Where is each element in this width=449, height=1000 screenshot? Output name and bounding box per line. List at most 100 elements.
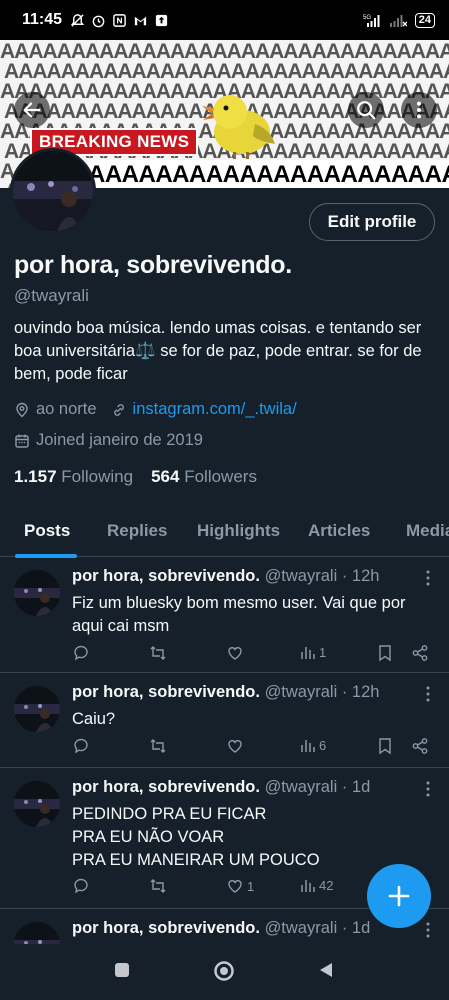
- more-vertical-icon[interactable]: [425, 922, 431, 938]
- muted-bell-icon: [70, 13, 85, 27]
- tweet-meta: @twayrali · 1d: [264, 919, 371, 937]
- tweet-text-line: PRA EU NÃO VOAR: [72, 828, 225, 846]
- heart-icon: [228, 647, 242, 660]
- search-button[interactable]: [348, 92, 384, 128]
- gmail-icon: [134, 16, 147, 25]
- svg-text:5G: 5G: [363, 15, 371, 21]
- like-count: 1: [247, 878, 255, 894]
- tweet-avatar[interactable]: [14, 686, 60, 732]
- more-vertical-icon: [416, 101, 422, 119]
- upload-icon: [155, 14, 168, 26]
- profile-display-name: por hora, sobrevivendo.: [14, 251, 292, 279]
- tab-replies[interactable]: Replies: [107, 521, 167, 541]
- like-button[interactable]: [226, 737, 247, 755]
- more-vertical-icon[interactable]: [425, 781, 431, 797]
- views-button[interactable]: 1: [300, 644, 326, 660]
- followers-link[interactable]: 564 Followers: [151, 467, 257, 487]
- reply-icon: [74, 645, 88, 661]
- follow-stats: 1.157 Following 564 Followers: [14, 467, 257, 487]
- profile-location: ao norte: [36, 400, 97, 418]
- views-button[interactable]: 6: [300, 737, 326, 753]
- location-pin-icon: [16, 402, 28, 417]
- following-label: Following: [61, 467, 134, 486]
- more-options-button[interactable]: [401, 92, 437, 128]
- tweet-author-name[interactable]: por hora, sobrevivendo.: [72, 778, 260, 796]
- tweet-meta: @twayrali · 12h: [264, 683, 380, 701]
- tweet-text-line: PEDINDO PRA EU FICAR: [72, 805, 267, 823]
- following-link[interactable]: 1.157 Following: [14, 467, 133, 487]
- bookmark-icon: [379, 738, 391, 755]
- signal-icon: [389, 15, 407, 27]
- tweet-header: por hora, sobrevivendo. @twayrali · 12h: [72, 683, 379, 702]
- tweet-author-name[interactable]: por hora, sobrevivendo.: [72, 919, 260, 937]
- followers-label: Followers: [184, 467, 257, 486]
- like-button[interactable]: [226, 644, 247, 662]
- tweet-avatar[interactable]: [14, 781, 60, 827]
- reply-icon: [74, 878, 88, 894]
- retweet-button[interactable]: [149, 737, 167, 755]
- tweet-actions: 6: [72, 737, 431, 759]
- tab-highlights[interactable]: Highlights: [197, 521, 280, 541]
- bookmark-button[interactable]: [377, 644, 393, 662]
- status-time: 11:45: [22, 11, 63, 28]
- profile-tabs: Posts Replies Highlights Articles Media: [0, 505, 449, 558]
- avatar-photo: [13, 151, 93, 231]
- followers-count: 564: [151, 467, 180, 486]
- tweet[interactable]: por hora, sobrevivendo. @twayrali · 12h …: [0, 674, 449, 768]
- profile-meta-joined: Joined janeiro de 2019: [14, 431, 203, 450]
- tweet-avatar[interactable]: [14, 570, 60, 616]
- canary-bird-image: [202, 95, 275, 159]
- view-count: 1: [319, 644, 327, 660]
- tweet[interactable]: por hora, sobrevivendo. @twayrali · 12h …: [0, 558, 449, 673]
- tweet-meta: @twayrali · 1d: [264, 778, 371, 796]
- compose-post-button[interactable]: [367, 864, 431, 928]
- reply-button[interactable]: [72, 644, 90, 662]
- view-count: 6: [319, 737, 327, 753]
- retweet-button[interactable]: [149, 644, 167, 662]
- profile-website-link[interactable]: instagram.com/_.twila/: [133, 400, 297, 419]
- tweet-author-name[interactable]: por hora, sobrevivendo.: [72, 683, 260, 701]
- home-button[interactable]: [213, 960, 235, 982]
- edit-profile-button[interactable]: Edit profile: [309, 203, 435, 241]
- profile-meta-location-link: ao norte instagram.com/_.twila/: [14, 400, 297, 419]
- views-button[interactable]: 42: [300, 877, 333, 893]
- retweet-icon: [150, 646, 166, 660]
- tweet-text: PEDINDO PRA EU FICAR PRA EU NÃO VOAR PRA…: [72, 803, 432, 872]
- retweet-button[interactable]: [149, 877, 167, 895]
- following-count: 1.157: [14, 467, 57, 486]
- more-vertical-icon[interactable]: [425, 570, 431, 586]
- back-button[interactable]: [14, 92, 50, 128]
- retweet-icon: [150, 739, 166, 753]
- back-nav-button[interactable]: [317, 961, 335, 979]
- reply-button[interactable]: [72, 737, 90, 755]
- like-button[interactable]: 1: [226, 877, 254, 895]
- tweet-text: Fiz um bluesky bom mesmo user. Vai que p…: [72, 594, 406, 635]
- share-icon: [412, 645, 428, 661]
- tweet-meta: @twayrali · 12h: [264, 567, 380, 585]
- profile-handle: @twayrali: [14, 286, 89, 305]
- profile-joined-date: Joined janeiro de 2019: [36, 431, 203, 449]
- tweet-actions: 1: [72, 644, 431, 666]
- tab-media[interactable]: Media: [406, 521, 449, 541]
- view-count: 42: [319, 877, 334, 893]
- tweet-header: por hora, sobrevivendo. @twayrali · 1d: [72, 919, 370, 938]
- share-button[interactable]: [411, 644, 429, 662]
- more-vertical-icon[interactable]: [425, 686, 431, 702]
- calendar-icon: [15, 434, 29, 448]
- profile-avatar[interactable]: [10, 148, 96, 234]
- tab-posts[interactable]: Posts: [24, 521, 70, 541]
- bookmark-icon: [379, 645, 391, 662]
- reply-icon: [74, 738, 88, 754]
- tab-articles[interactable]: Articles: [308, 521, 370, 541]
- recent-apps-button[interactable]: [113, 961, 131, 979]
- reply-button[interactable]: [72, 877, 90, 895]
- tweet-header: por hora, sobrevivendo. @twayrali · 12h: [72, 567, 379, 586]
- notification-icons: [70, 13, 169, 28]
- battery-icon: 24: [414, 12, 435, 28]
- bookmark-button[interactable]: [377, 737, 393, 755]
- tweet-text-line: PRA EU MANEIRAR UM POUCO: [72, 851, 320, 869]
- tweet-author-name[interactable]: por hora, sobrevivendo.: [72, 567, 260, 585]
- profile-bio: ouvindo boa música. lendo umas coisas. e…: [14, 319, 422, 383]
- retweet-icon: [150, 879, 166, 893]
- share-button[interactable]: [411, 737, 429, 755]
